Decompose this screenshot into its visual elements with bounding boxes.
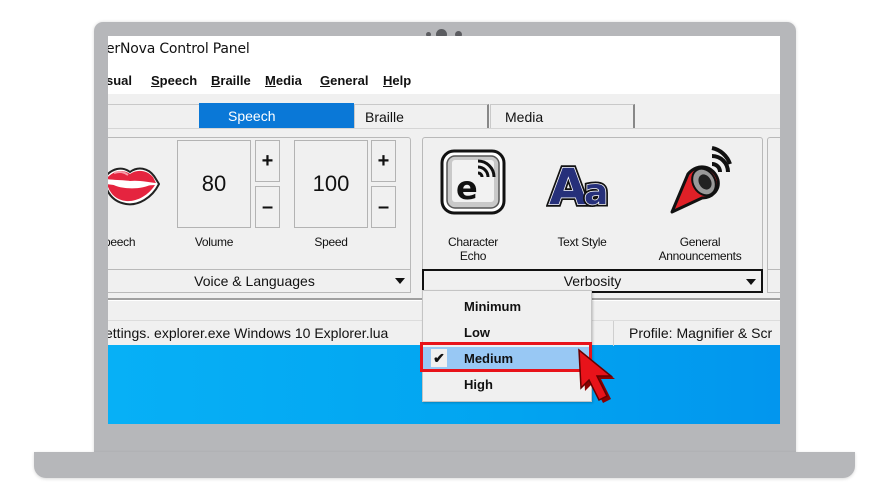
volume-value[interactable]: 80 [177,140,251,228]
voice-languages-label: Voice & Languages [194,273,315,289]
tab-divider [108,128,780,129]
next-group-dropdown[interactable] [767,269,780,293]
tab-strip: Speech Braille Media [108,96,780,128]
verbosity-label: Verbosity [563,273,622,289]
volume-label: Volume [194,235,234,249]
tab-speech[interactable]: Speech [199,103,354,128]
svg-text:a: a [584,172,608,210]
menu-braille-rest: raille [220,73,251,88]
speech-label[interactable]: peech [108,235,144,249]
tab-media[interactable]: Media [490,104,635,128]
volume-increase-button[interactable]: + [255,140,280,182]
mouse-cursor-icon [578,348,615,403]
menu-help[interactable]: Help [383,73,411,88]
chevron-down-icon [395,278,405,284]
voice-languages-dropdown[interactable]: Voice & Languages [108,269,411,293]
chevron-down-icon [746,279,756,285]
tab-braille[interactable]: Braille [354,104,489,128]
selection-highlight [420,342,592,372]
speed-label: Speed [314,235,348,249]
menu-braille[interactable]: Braille [211,73,251,88]
svg-text:A: A [549,158,588,210]
general-announcements-label[interactable]: General Announcements [648,235,752,263]
laptop-base [34,452,855,478]
menu-speech-rest: peech [159,73,198,88]
title-bar: erNova Control Panel [108,36,780,68]
speed-value[interactable]: 100 [294,140,368,228]
speed-increase-button[interactable]: + [371,140,396,182]
menu-general[interactable]: General [320,73,368,88]
menu-speech[interactable]: Speech [151,73,197,88]
character-echo-label[interactable]: Character Echo [434,235,512,263]
window-title: erNova Control Panel [108,41,250,57]
menu-option-minimum[interactable]: Minimum [423,295,591,319]
menu-help-rest: elp [392,73,412,88]
menu-media[interactable]: Media [265,73,302,88]
lips-icon[interactable] [108,164,160,208]
character-echo-icon[interactable]: e [440,149,506,215]
status-divider [613,321,614,346]
svg-text:e: e [456,169,478,207]
status-profile: Profile: Magnifier & Scr [629,325,773,341]
menu-visual[interactable]: sual [108,73,132,88]
tab-visual[interactable] [108,104,200,128]
volume-decrease-button[interactable]: – [255,186,280,228]
menu-media-rest: edia [275,73,302,88]
menu-option-high[interactable]: High [423,373,591,397]
text-style-icon[interactable]: A A a a [546,156,618,210]
status-script: ettings. explorer.exe Windows 10 Explore… [108,325,389,341]
megaphone-icon[interactable] [668,144,732,216]
text-style-label[interactable]: Text Style [542,235,622,249]
menu-bar: sual Speech Braille Media General Help [108,68,780,94]
menu-general-rest: eneral [330,73,369,88]
speed-decrease-button[interactable]: – [371,186,396,228]
